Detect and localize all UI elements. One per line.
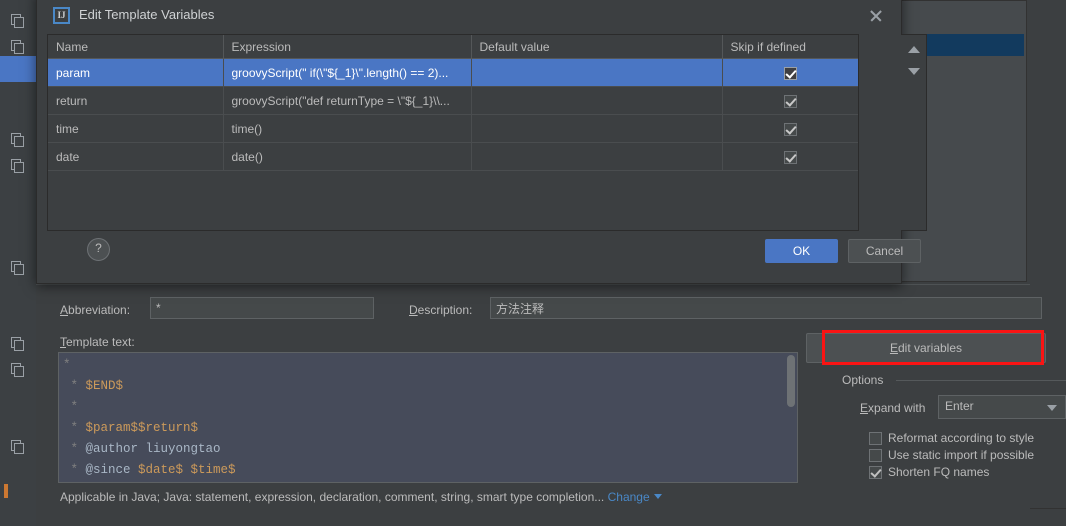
static-import-checkbox-row[interactable]: Use static import if possible (869, 448, 1034, 462)
options-divider (896, 380, 1066, 381)
skip-if-defined-checkbox[interactable] (783, 150, 797, 164)
help-button[interactable]: ? (87, 238, 110, 261)
ok-button[interactable]: OK (765, 239, 838, 263)
column-header-default-value[interactable]: Default value (471, 35, 723, 59)
cell-skip-if-defined[interactable] (722, 114, 858, 143)
edit-variables-container: Edit variables (806, 333, 1046, 363)
change-link[interactable]: Change (608, 490, 650, 504)
cell-expression[interactable]: date() (223, 142, 472, 171)
copy-icon[interactable] (11, 261, 24, 275)
modified-marker (4, 494, 8, 498)
expand-with-select[interactable]: Enter (938, 395, 1066, 419)
copy-icon[interactable] (11, 133, 24, 147)
modified-marker (4, 484, 8, 494)
column-header-expression[interactable]: Expression (223, 35, 472, 59)
skip-if-defined-checkbox[interactable] (783, 122, 797, 136)
applicable-context: Applicable in Java; Java: statement, exp… (60, 490, 662, 504)
shorten-fq-checkbox[interactable] (869, 465, 882, 479)
chevron-down-icon (908, 68, 920, 75)
cell-default-value[interactable] (471, 114, 723, 143)
copy-icon[interactable] (11, 40, 24, 54)
left-gutter-strip (0, 0, 37, 526)
table-row[interactable]: time time() (48, 114, 858, 143)
cell-name[interactable]: param (48, 58, 224, 87)
description-input[interactable] (490, 297, 1042, 319)
reformat-label: Reformat according to style (888, 431, 1035, 445)
cell-skip-if-defined[interactable] (722, 142, 858, 171)
static-import-checkbox[interactable] (869, 448, 882, 462)
expand-with-value: Enter (945, 399, 974, 413)
cell-name[interactable]: return (48, 86, 224, 115)
abbreviation-input[interactable] (150, 297, 374, 319)
edit-template-variables-dialog: IJ Edit Template Variables Name Expressi… (36, 0, 927, 284)
template-var-end: $END$ (85, 379, 124, 393)
expand-with-label: Expand with (860, 401, 926, 415)
copy-icon[interactable] (11, 363, 24, 377)
column-header-skip-if-defined[interactable]: Skip if defined (722, 35, 858, 59)
cell-expression[interactable]: groovyScript("def returnType = \"${_1}\\… (223, 86, 472, 115)
ide-window: Abbreviation: Description: Template text… (0, 0, 1066, 526)
cell-skip-if-defined[interactable] (722, 86, 858, 115)
table-header-row: Name Expression Default value Skip if de… (48, 35, 858, 59)
template-var-date-time: $date$ $time$ (138, 463, 236, 477)
cell-default-value[interactable] (471, 86, 723, 115)
dialog-title: Edit Template Variables (79, 7, 215, 22)
template-var-param-return: $param$$return$ (85, 421, 199, 435)
cancel-button[interactable]: Cancel (848, 239, 921, 263)
close-icon[interactable] (867, 7, 885, 25)
variables-table-container[interactable]: Name Expression Default value Skip if de… (47, 34, 859, 231)
options-group: Options Expand with Enter Reformat accor… (842, 373, 1066, 480)
abbreviation-label: Abbreviation: (60, 303, 131, 317)
reformat-checkbox-row[interactable]: Reformat according to style (869, 431, 1034, 445)
template-author-line: @author liuyongtao (85, 442, 221, 456)
shorten-fq-label: Shorten FQ names (888, 465, 990, 479)
template-text-label: Template text: (60, 335, 135, 349)
editor-scrollbar[interactable] (787, 355, 795, 407)
copy-icon[interactable] (11, 159, 24, 173)
cell-expression[interactable]: groovyScript(" if(\"${_1}\".length() == … (223, 58, 472, 87)
cell-name[interactable]: time (48, 114, 224, 143)
reformat-checkbox[interactable] (869, 431, 882, 445)
description-label: Description: (409, 303, 473, 317)
cell-default-value[interactable] (471, 58, 723, 87)
cell-default-value[interactable] (471, 142, 723, 171)
skip-if-defined-checkbox[interactable] (783, 66, 797, 80)
move-up-button[interactable] (905, 41, 923, 57)
table-row[interactable]: date date() (48, 142, 858, 171)
live-template-settings: Abbreviation: Description: Template text… (36, 284, 1066, 509)
table-row[interactable]: return groovyScript("def returnType = \"… (48, 86, 858, 115)
applicable-text: Applicable in Java; Java: statement, exp… (60, 490, 605, 504)
cell-skip-if-defined[interactable] (722, 58, 858, 87)
intellij-idea-icon: IJ (53, 7, 70, 24)
gutter-selected-row[interactable] (0, 56, 36, 82)
cell-expression[interactable]: time() (223, 114, 472, 143)
chevron-up-icon (908, 46, 920, 53)
shorten-fq-checkbox-row[interactable]: Shorten FQ names (869, 465, 989, 479)
status-bar-band (36, 508, 1066, 526)
copy-icon[interactable] (11, 440, 24, 454)
edit-variables-button[interactable]: Edit variables (806, 333, 1046, 363)
column-header-name[interactable]: Name (48, 35, 224, 59)
edit-variables-label: dit variables (897, 341, 963, 355)
cell-name[interactable]: date (48, 142, 224, 171)
chevron-down-icon (653, 494, 662, 499)
table-row[interactable]: param groovyScript(" if(\"${_1}\".length… (48, 58, 858, 87)
copy-icon[interactable] (11, 14, 24, 28)
template-since-label: @since (85, 463, 139, 477)
static-import-label: Use static import if possible (888, 448, 1035, 462)
template-text-editor[interactable]: * * $END$ * * $param$$return$ * @author … (58, 352, 798, 483)
move-down-button[interactable] (905, 63, 923, 79)
copy-icon[interactable] (11, 337, 24, 351)
variables-table: Name Expression Default value Skip if de… (48, 35, 858, 171)
table-reorder-controls (901, 34, 927, 231)
dialog-title-bar: IJ Edit Template Variables (37, 1, 901, 31)
skip-if-defined-checkbox[interactable] (783, 94, 797, 108)
chevron-down-icon (1047, 405, 1057, 411)
options-title: Options (842, 373, 889, 387)
